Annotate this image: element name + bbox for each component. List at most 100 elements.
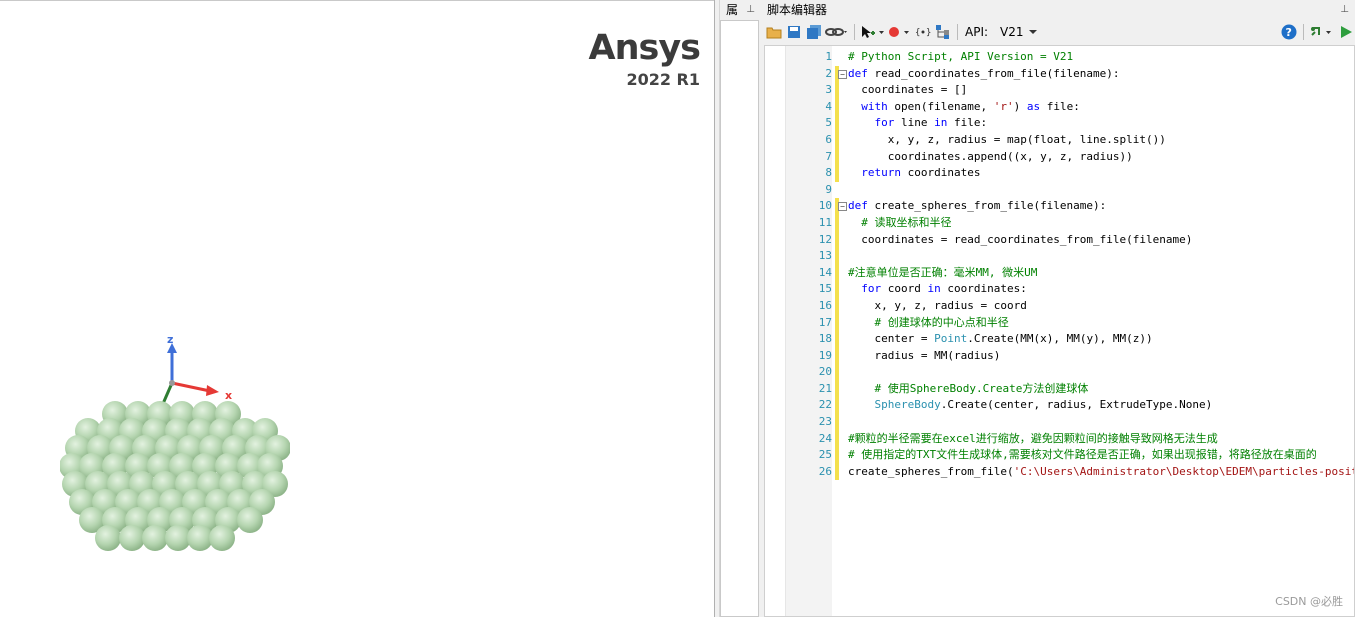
code-line[interactable]: 1 # Python Script, API Version = V21 [785, 49, 1354, 66]
record-icon[interactable] [888, 22, 912, 42]
change-marker [835, 165, 839, 182]
code-line[interactable]: 23 [785, 414, 1354, 431]
code-line[interactable]: 18 center = Point.Create(MM(x), MM(y), M… [785, 331, 1354, 348]
change-marker [835, 347, 839, 365]
script-editor-panel: 脚本编辑器 ⊥ {} API: V21 ? 1 # Python Script,… [761, 0, 1355, 617]
change-marker [835, 297, 839, 315]
save-icon[interactable] [785, 22, 803, 42]
code-line[interactable]: 3 coordinates = [] [785, 82, 1354, 99]
code-token: .Create(MM(x), MM(y), MM(z)) [967, 332, 1153, 346]
change-marker [835, 231, 839, 249]
code-text: coordinates = [] [848, 82, 967, 99]
change-marker [835, 248, 839, 265]
editor-left-margin [765, 46, 786, 616]
insert-snippet-icon[interactable]: {} [914, 22, 932, 42]
properties-panel-header[interactable]: 属 ⊥ [720, 0, 761, 20]
code-token: as [1026, 99, 1047, 113]
code-line[interactable]: 11 # 读取坐标和半径 [785, 214, 1354, 232]
code-token: coordinates: [947, 282, 1027, 296]
code-line[interactable]: 24 #颗粒的半径需要在excel进行缩放，避免因颗粒间的接触导致网格无法生成 [785, 430, 1354, 448]
code-text: for coord in coordinates: [848, 281, 1027, 298]
code-token: #颗粒的半径需要在excel进行缩放，避免因颗粒间的接触导致网格无法生成 [848, 431, 1218, 445]
code-token: with [861, 99, 895, 113]
sphere [142, 525, 168, 551]
change-marker [835, 214, 839, 232]
sphere [237, 507, 263, 533]
code-line[interactable]: 2− def read_coordinates_from_file(filenam… [785, 65, 1354, 83]
open-folder-icon[interactable] [765, 22, 783, 42]
code-line[interactable]: 4 with open(filename, 'r') as file: [785, 98, 1354, 116]
properties-panel-body [720, 20, 759, 617]
run-script-icon[interactable] [1337, 22, 1355, 42]
code-token: coordinates = read_coordinates_from_file… [861, 232, 1193, 246]
code-line[interactable]: 7 coordinates.append((x, y, z, radius)) [785, 148, 1354, 166]
code-token: coordinates = [] [861, 83, 968, 97]
brand-name: Ansys [588, 28, 701, 68]
code-token: 'r' [993, 99, 1014, 113]
change-marker [835, 82, 839, 99]
chevron-down-icon [1028, 30, 1037, 34]
line-number: 5 [825, 116, 832, 130]
run-options-icon[interactable] [1309, 22, 1335, 42]
code-token: SphereBody [874, 398, 941, 412]
code-line[interactable]: 22 SphereBody.Create(center, radius, Ext… [785, 397, 1354, 415]
code-text: for line in file: [848, 115, 988, 132]
code-token: create_spheres_from_file( [848, 464, 1014, 478]
change-marker [835, 397, 839, 415]
change-marker [835, 281, 839, 298]
pin-icon[interactable]: ⊥ [1340, 0, 1349, 20]
api-version-select[interactable]: V21 [1000, 25, 1037, 39]
code-line[interactable]: 16 x, y, z, radius = coord [785, 297, 1354, 315]
code-line[interactable]: 8 return coordinates [785, 165, 1354, 182]
code-line[interactable]: 17 # 创建球体的中心点和半径 [785, 314, 1354, 332]
code-token: in [927, 282, 948, 296]
fold-toggle-icon[interactable]: − [838, 69, 847, 79]
code-line[interactable]: 19 radius = MM(radius) [785, 347, 1354, 365]
code-line[interactable]: 21 # 使用SphereBody.Create方法创建球体 [785, 380, 1354, 398]
line-number: 10 [818, 199, 832, 213]
code-editor[interactable]: 1 # Python Script, API Version = V21 2− def… [764, 45, 1355, 617]
fold-toggle-icon[interactable]: − [838, 202, 847, 212]
code-line[interactable]: 26 create_spheres_from_file('C:\Users\Adm… [785, 463, 1354, 481]
code-line[interactable]: 9 [785, 182, 1354, 199]
code-token: # 使用SphereBody.Create方法创建球体 [874, 381, 1089, 395]
code-line[interactable]: 12 coordinates = read_coordinates_from_f… [785, 231, 1354, 249]
code-line[interactable]: 6 x, y, z, radius = map(float, line.spli… [785, 131, 1354, 149]
code-line[interactable]: 25 # 使用指定的TXT文件生成球体,需要核对文件路径是否正确，如果出现报错，将… [785, 447, 1354, 464]
z-axis-label: z [167, 333, 173, 346]
code-token: in [934, 116, 954, 130]
code-text: with open(filename, 'r') as file: [848, 99, 1080, 116]
code-line[interactable]: 20 [785, 364, 1354, 381]
code-text: #颗粒的半径需要在excel进行缩放，避免因颗粒间的接触导致网格无法生成 [848, 431, 1218, 448]
selection-pointer-icon[interactable] [860, 22, 886, 42]
line-number: 3 [825, 83, 832, 97]
line-number: 6 [825, 132, 832, 146]
code-line[interactable]: 15 for coord in coordinates: [785, 281, 1354, 298]
code-lines: 1 # Python Script, API Version = V21 2− def… [785, 49, 1354, 481]
line-number: 14 [818, 265, 832, 279]
change-marker [835, 131, 839, 149]
help-icon[interactable]: ? [1280, 22, 1298, 42]
code-line[interactable]: 10− def create_spheres_from_file(filename… [785, 198, 1354, 215]
pin-icon[interactable]: ⊥ [746, 0, 755, 20]
code-line[interactable]: 5 for line in file: [785, 115, 1354, 132]
3d-viewport[interactable]: Ansys 2022 R1 z x [0, 0, 714, 618]
code-line[interactable]: 14 #注意单位是否正确：毫米MM, 微米UM [785, 264, 1354, 282]
structure-tree-icon[interactable] [934, 22, 952, 42]
code-token: return [861, 166, 908, 180]
code-text: # 创建球体的中心点和半径 [848, 315, 1009, 332]
line-number: 15 [818, 282, 832, 296]
line-number: 9 [825, 182, 832, 196]
link-icon[interactable] [825, 22, 849, 42]
code-token: x, y, z, radius = map(float, line.split(… [887, 132, 1166, 146]
line-number: 17 [818, 315, 832, 329]
code-line[interactable]: 13 [785, 248, 1354, 265]
code-token: .Create(center, radius, ExtrudeType.None… [940, 398, 1213, 412]
save-as-icon[interactable] [805, 22, 823, 42]
code-text: x, y, z, radius = coord [848, 298, 1027, 315]
